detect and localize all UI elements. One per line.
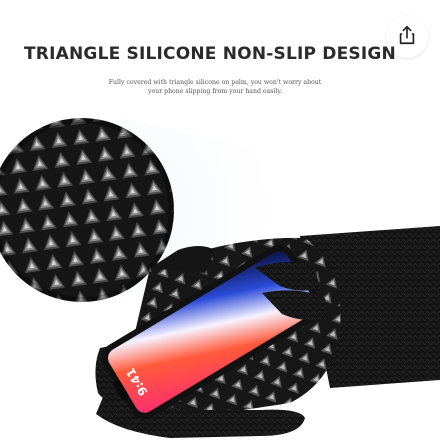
page-title: TRIANGLE SILICONE NON-SLIP DESIGN bbox=[24, 44, 396, 64]
product-description: Fully covered with triangle silicone on … bbox=[70, 78, 360, 96]
description-line-2: your phone slipping from your hand easil… bbox=[147, 88, 282, 95]
product-image-viewer: TRIANGLE SILICONE NON-SLIP DESIGN Fully … bbox=[0, 0, 440, 442]
glove-product-photo: 9:41 bbox=[0, 118, 440, 438]
description-line-1: Fully covered with triangle silicone on … bbox=[108, 79, 322, 86]
